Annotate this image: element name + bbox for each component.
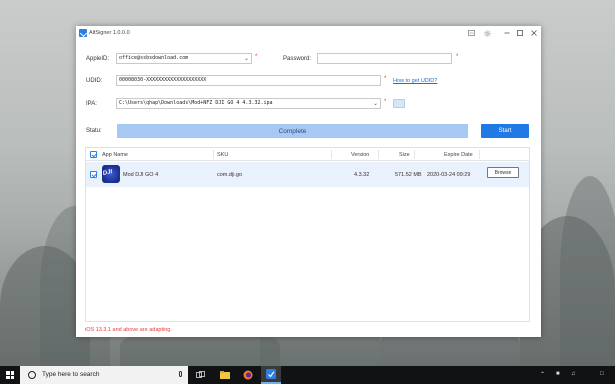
- udid-required-mark: *: [384, 76, 387, 82]
- password-label: Password:: [283, 56, 312, 62]
- settings-gear-icon[interactable]: [480, 26, 494, 40]
- cell-version: 4.3.32: [354, 172, 370, 178]
- ipa-label: IPA:: [86, 101, 97, 107]
- password-required-mark: *: [456, 54, 459, 60]
- search-placeholder: Type here to search: [42, 371, 100, 378]
- column-divider: [414, 150, 415, 159]
- tray-chevron-up-icon[interactable]: ⌃: [540, 371, 545, 378]
- column-header-sku[interactable]: SKU: [217, 152, 228, 158]
- appleid-select[interactable]: office@ssbsdownload.com ⌄: [116, 53, 252, 64]
- chevron-down-icon: ⌄: [243, 55, 249, 62]
- ipa-required-mark: *: [384, 99, 387, 105]
- notification-icon[interactable]: □: [600, 371, 604, 377]
- status-text: Complete: [278, 127, 307, 135]
- column-header-version[interactable]: Version: [351, 152, 369, 158]
- ipa-path-value: C:\Users\qhap\Downloads\Mod+NFZ DJI GO 4…: [119, 100, 273, 106]
- table-row[interactable]: DJI Mod DJI GO 4 com.dji.go 4.3.32 571.5…: [86, 162, 529, 187]
- udid-value: 00008030-XXXXXXXXXXXXXXXXXXXX: [119, 77, 207, 83]
- password-field[interactable]: [317, 53, 452, 64]
- message-icon[interactable]: [464, 26, 478, 40]
- search-icon: [28, 371, 36, 379]
- minimize-icon[interactable]: [500, 26, 514, 40]
- how-to-get-udid-link[interactable]: How to get UDID?: [393, 78, 437, 84]
- close-icon[interactable]: [527, 26, 541, 40]
- microphone-icon[interactable]: [179, 371, 182, 377]
- taskbar-search-box[interactable]: Type here to search: [20, 366, 188, 384]
- volume-icon[interactable]: ♫: [571, 371, 576, 377]
- task-view-icon[interactable]: [190, 366, 210, 384]
- app-logo-icon: [79, 29, 87, 37]
- start-button[interactable]: Start: [481, 124, 529, 138]
- column-header-size[interactable]: Size: [399, 152, 410, 158]
- column-header-app-name[interactable]: App Name: [102, 152, 128, 158]
- column-divider: [378, 150, 379, 159]
- app-icon-text: DJI: [102, 169, 113, 177]
- cell-size: 571.52 MB: [395, 172, 422, 178]
- appleid-value: office@ssbsdownload.com: [119, 55, 189, 61]
- column-divider: [213, 150, 214, 159]
- windows-taskbar: Type here to search ⌃ ■ ♫ □: [0, 366, 615, 384]
- firefox-icon[interactable]: [238, 366, 258, 384]
- windows-logo-icon: [6, 371, 14, 379]
- chevron-down-icon: ⌄: [372, 100, 378, 107]
- table-header: App Name SKU Version Size Expire Date: [86, 148, 529, 161]
- app-table: App Name SKU Version Size Expire Date DJ…: [85, 147, 530, 322]
- network-icon[interactable]: ■: [556, 371, 560, 377]
- udid-field[interactable]: 00008030-XXXXXXXXXXXXXXXXXXXX: [116, 75, 381, 86]
- ipa-select[interactable]: C:\Users\qhap\Downloads\Mod+NFZ DJI GO 4…: [116, 98, 381, 109]
- status-label: Statu:: [86, 128, 102, 134]
- cell-expire-date: 2020-03-24 09:29: [427, 172, 471, 178]
- window-title: AltSigner 1.0.0.0: [89, 30, 130, 36]
- folder-icon[interactable]: [393, 99, 405, 108]
- appleid-required-mark: *: [255, 54, 258, 60]
- start-button-windows[interactable]: [0, 366, 20, 384]
- row-checkbox[interactable]: [90, 171, 97, 178]
- altsigner-taskbar-icon[interactable]: [261, 366, 281, 384]
- appleid-label: AppleID:: [86, 56, 110, 62]
- title-bar[interactable]: AltSigner 1.0.0.0: [76, 26, 541, 40]
- file-explorer-icon[interactable]: [215, 366, 235, 384]
- maximize-icon[interactable]: [513, 26, 527, 40]
- altsigner-window: AltSigner 1.0.0.0 AppleID: office@ssbsdo…: [76, 26, 541, 337]
- dji-go-app-icon: DJI: [102, 165, 120, 183]
- ios-version-warning: iOS 13.3.1 and above are adapting.: [85, 327, 172, 333]
- column-divider: [479, 150, 480, 159]
- cell-app-name: Mod DJI GO 4: [123, 172, 159, 178]
- column-divider: [331, 150, 332, 159]
- status-progress-bar: Complete: [117, 124, 468, 138]
- browse-button[interactable]: Browse: [487, 167, 519, 178]
- udid-label: UDID:: [86, 78, 103, 84]
- cell-sku: com.dji.go: [217, 172, 243, 178]
- column-header-expire-date[interactable]: Expire Date: [444, 152, 473, 158]
- select-all-checkbox[interactable]: [90, 151, 97, 158]
